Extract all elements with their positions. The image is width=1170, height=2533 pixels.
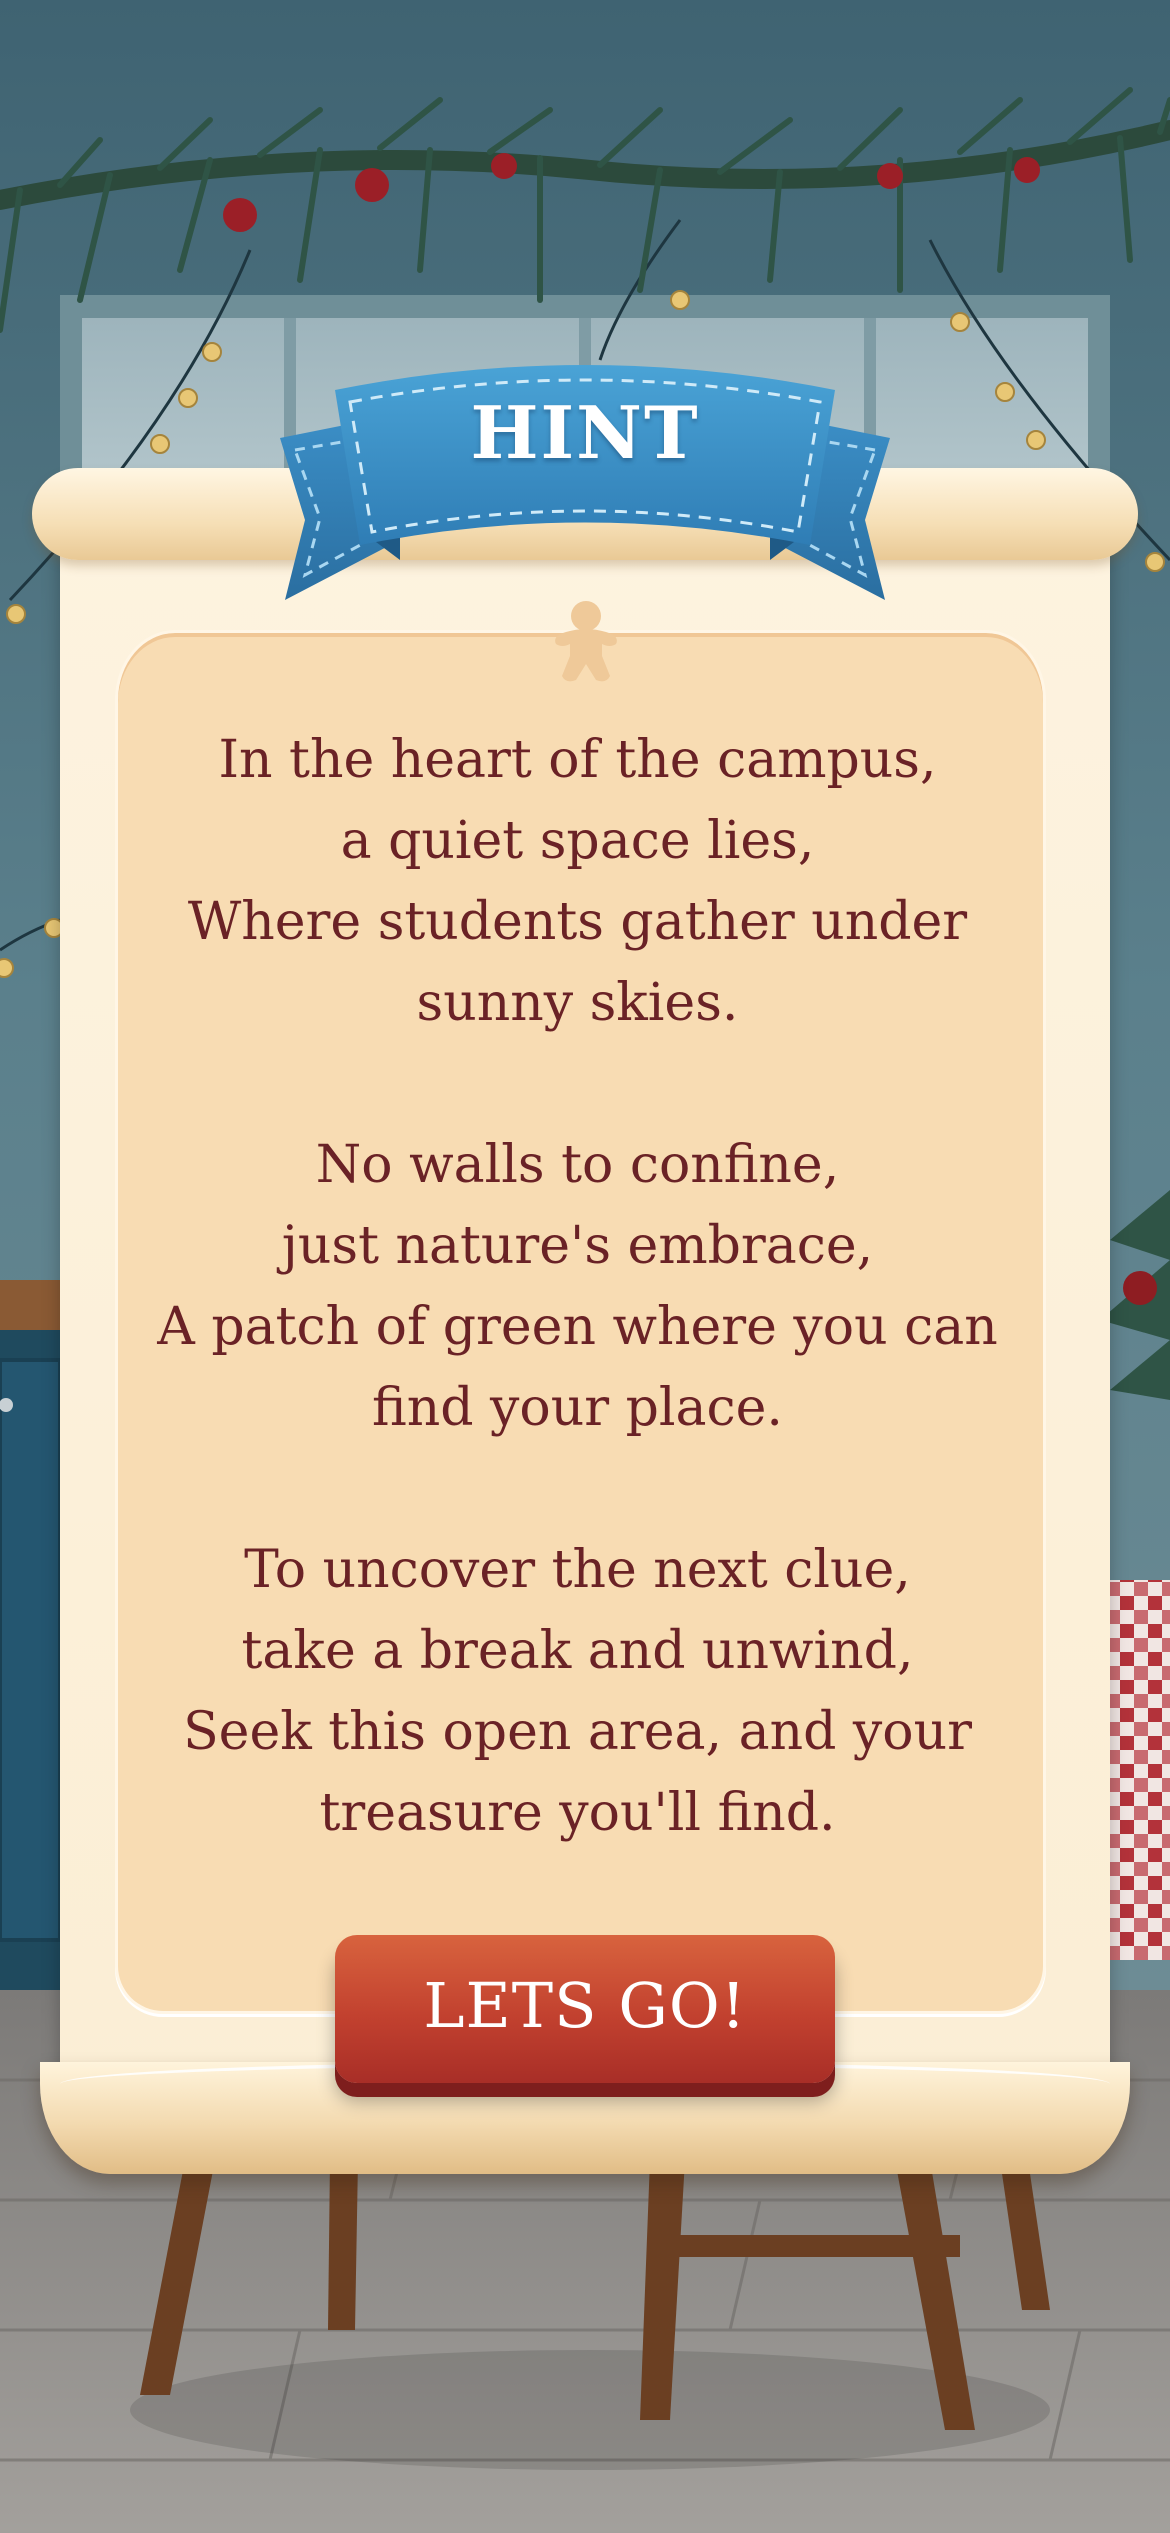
poem-line: Seek this open area, and your	[183, 1702, 972, 1762]
gingerbread-icon	[555, 601, 617, 682]
poem-line: a quiet space lies,	[340, 811, 815, 871]
poem-line: take a break and unwind,	[241, 1621, 914, 1681]
poem-line: just nature's embrace,	[281, 1216, 874, 1276]
poem-line: treasure you'll find.	[319, 1783, 836, 1843]
poem-line: A patch of green where you can	[157, 1297, 998, 1357]
ribbon-banner	[280, 365, 890, 600]
poem-line: Where students gather under	[187, 892, 968, 952]
lets-go-label: LETS GO!	[423, 1968, 747, 2042]
lets-go-button[interactable]: LETS GO!	[335, 1935, 835, 2083]
poem-line: find your place.	[372, 1378, 783, 1438]
game-scene: In the heart of the campus, a quiet spac…	[0, 0, 1170, 2533]
hint-title: HINT	[470, 390, 700, 475]
poem-stanza: In the heart of the campus, a quiet spac…	[130, 720, 1025, 1044]
poem-stanza: To uncover the next clue, take a break a…	[130, 1530, 1025, 1854]
hint-poem: In the heart of the campus, a quiet spac…	[130, 720, 1025, 1854]
poem-line: No walls to confine,	[315, 1135, 840, 1195]
poem-stanza: No walls to confine, just nature's embra…	[130, 1125, 1025, 1449]
poem-line: sunny skies.	[416, 973, 739, 1033]
poem-line: In the heart of the campus,	[218, 730, 937, 790]
poem-line: To uncover the next clue,	[244, 1540, 911, 1600]
